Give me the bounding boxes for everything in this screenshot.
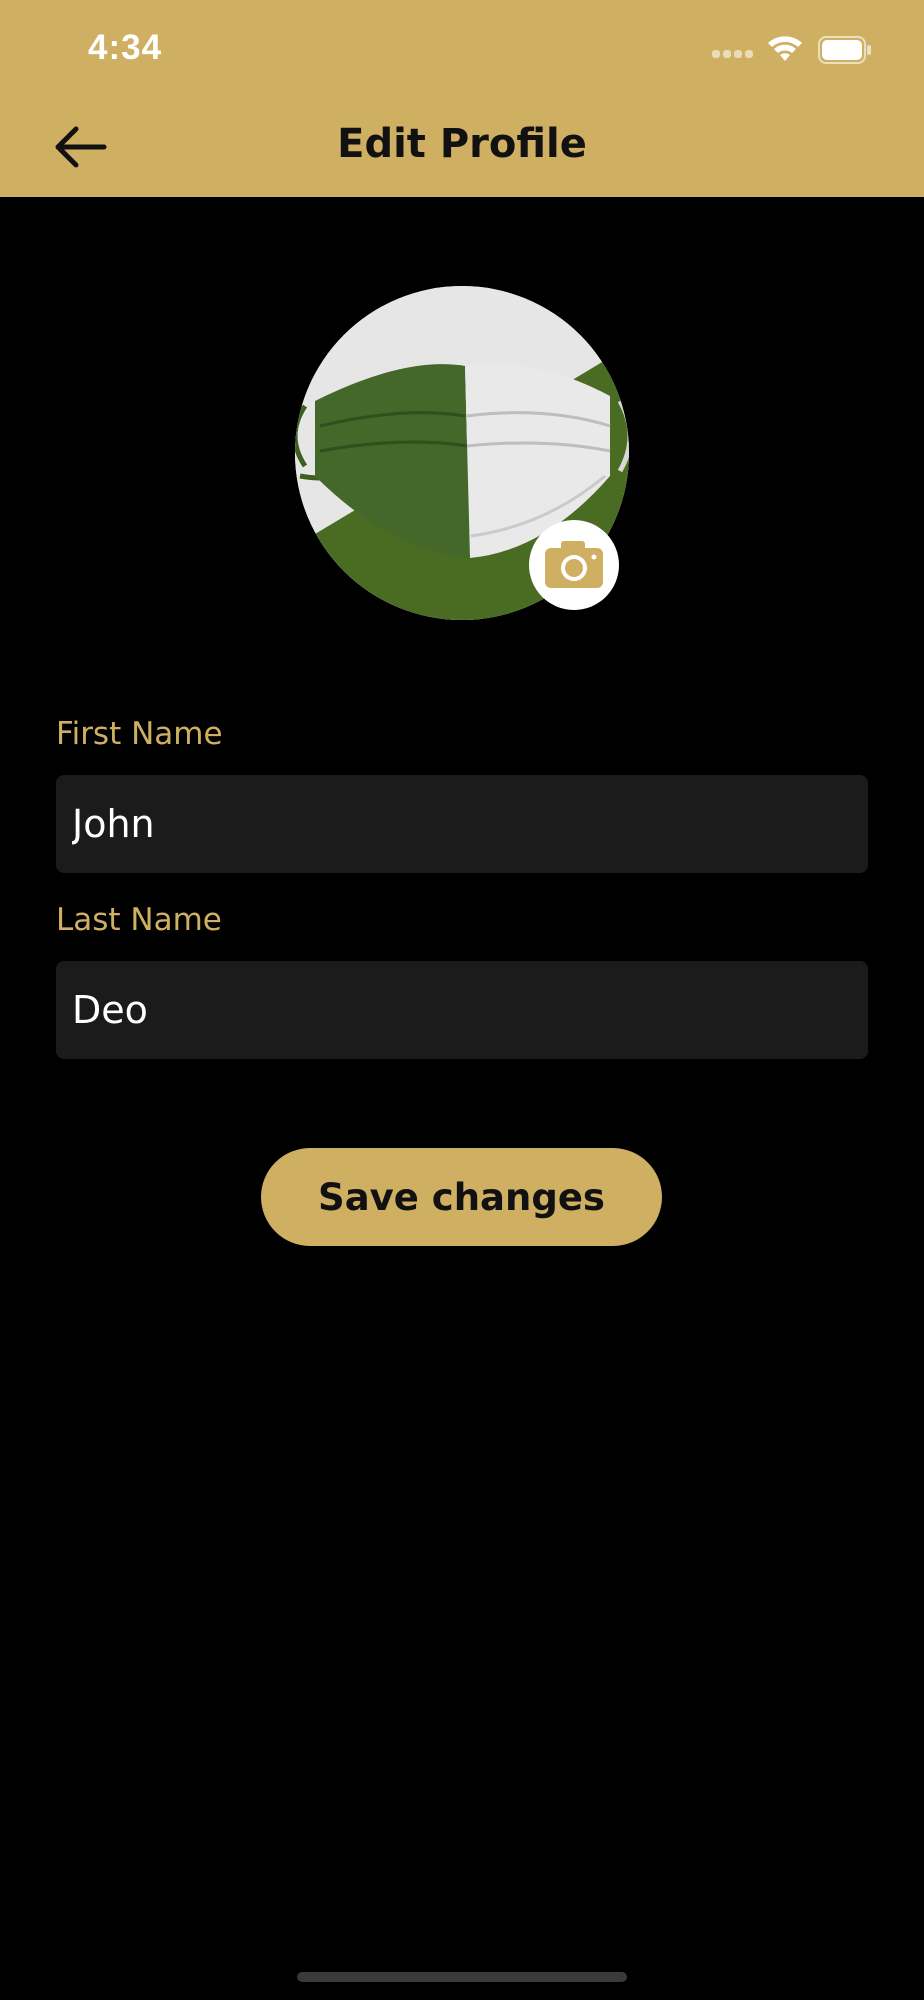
- signal-icon: [712, 48, 754, 60]
- wifi-icon: [768, 36, 802, 61]
- home-indicator: [297, 1972, 627, 1982]
- first-name-label: First Name: [56, 716, 223, 752]
- status-time: 4:34: [88, 28, 163, 67]
- last-name-label: Last Name: [56, 902, 222, 938]
- page-title: Edit Profile: [337, 121, 587, 167]
- first-name-input[interactable]: [56, 775, 868, 873]
- app-header: 4:34 Edit Profile: [0, 0, 924, 197]
- battery-icon: [818, 36, 871, 64]
- camera-icon: [545, 541, 603, 588]
- save-changes-button[interactable]: Save changes: [261, 1148, 662, 1246]
- change-photo-button[interactable]: [529, 520, 619, 610]
- last-name-input[interactable]: [56, 961, 868, 1059]
